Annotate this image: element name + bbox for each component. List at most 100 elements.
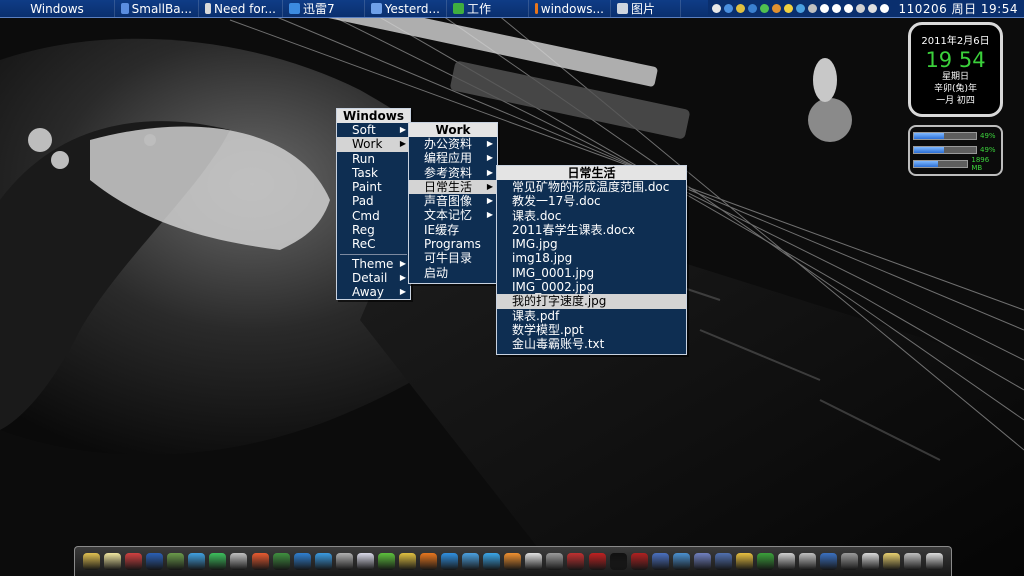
counter-strike-icon[interactable] <box>546 553 564 570</box>
wiki-icon[interactable] <box>398 553 416 570</box>
terminal-icon[interactable] <box>609 553 627 570</box>
windows-menu-item[interactable]: Task <box>337 166 410 180</box>
work-menu-item[interactable]: 声音图像 ▶ <box>409 194 497 208</box>
windows-menu-item[interactable]: Cmd <box>337 209 410 223</box>
network-icon[interactable] <box>672 553 690 570</box>
fox-icon[interactable] <box>772 4 782 13</box>
windows-menu-item[interactable]: Detail ▶ <box>337 271 410 285</box>
chess-icon[interactable] <box>525 553 543 570</box>
windows-menu-item[interactable]: Reg <box>337 223 410 237</box>
windows-menu-item[interactable]: Paint <box>337 180 410 194</box>
chart-icon[interactable] <box>167 553 185 570</box>
media-icon[interactable] <box>748 4 758 13</box>
daily-life-menu-item[interactable]: IMG_0001.jpg <box>497 266 686 280</box>
sixty-four-icon[interactable] <box>630 553 648 570</box>
daily-life-menu-item[interactable]: 2011春学生课表.docx <box>497 223 686 237</box>
work-menu-item[interactable]: 办公资料 ▶ <box>409 137 497 151</box>
image-icon[interactable] <box>693 553 711 570</box>
people-icon[interactable] <box>799 553 817 570</box>
nfs-icon[interactable] <box>567 553 585 570</box>
signal-icon[interactable] <box>832 4 842 13</box>
taskbar-button[interactable]: Yesterd... <box>365 0 447 17</box>
daily-life-menu-item[interactable]: 金山毒霸账号.txt <box>497 337 686 351</box>
clover-icon[interactable] <box>377 553 395 570</box>
refresh-icon[interactable] <box>760 4 770 13</box>
flag-icon[interactable] <box>880 4 890 13</box>
clock-gadget[interactable]: 2011年2月6日 19 54 星期日 辛卯(兔)年 一月 初四 <box>908 22 1003 117</box>
taskbar-button[interactable]: 图片 <box>611 0 681 17</box>
files-icon[interactable] <box>862 553 880 570</box>
start-button[interactable]: Windows <box>0 0 115 17</box>
taskbar-button[interactable]: windows... <box>529 0 611 17</box>
disc-icon[interactable] <box>356 553 374 570</box>
work-menu-item[interactable]: 文本记忆 ▶ <box>409 208 497 222</box>
work-menu-item[interactable]: 参考资料 ▶ <box>409 166 497 180</box>
qq-icon[interactable] <box>483 553 501 570</box>
work-menu-item[interactable]: Programs <box>409 237 497 251</box>
system-meter-gadget[interactable]: 49% 49% 1896 MB <box>908 125 1003 176</box>
windows-menu-item[interactable]: ReC <box>337 237 410 251</box>
windows-menu-item[interactable]: Pad <box>337 194 410 208</box>
tree-icon[interactable] <box>757 553 774 570</box>
daily-life-menu-item[interactable]: 课表.pdf <box>497 309 686 323</box>
update-icon[interactable] <box>868 4 878 13</box>
monitor-icon[interactable] <box>712 4 722 13</box>
flash-icon[interactable] <box>588 553 606 570</box>
bird-icon[interactable] <box>462 553 480 570</box>
work-menu-item[interactable]: 启动 <box>409 266 497 280</box>
work-menu-item[interactable]: 可牛目录 <box>409 251 497 265</box>
paint-icon[interactable] <box>83 553 100 570</box>
network-icon[interactable] <box>724 4 734 13</box>
picasa-icon[interactable] <box>251 553 269 570</box>
windows-menu-item[interactable]: Work ▶ <box>337 137 410 152</box>
palette-icon[interactable] <box>125 553 143 570</box>
windows-menu-item[interactable]: Soft ▶ <box>337 123 410 137</box>
globe-icon[interactable] <box>272 553 290 570</box>
daily-life-menu-item[interactable]: 教发一17号.doc <box>497 194 686 208</box>
windows-menu-item[interactable]: Away ▶ <box>337 285 410 299</box>
gear-icon[interactable] <box>841 553 859 570</box>
bluetooth-icon[interactable] <box>820 4 830 13</box>
volume-icon[interactable] <box>844 4 854 13</box>
document-icon[interactable] <box>883 553 901 570</box>
balls-icon[interactable] <box>188 553 206 570</box>
mail-icon[interactable] <box>104 553 122 570</box>
shield-icon[interactable] <box>293 553 311 570</box>
folder-icon[interactable] <box>735 553 753 570</box>
tools-icon[interactable] <box>335 553 353 570</box>
ie-icon[interactable] <box>314 553 332 570</box>
firefox-icon[interactable] <box>420 553 437 570</box>
fox-icon[interactable] <box>504 553 522 570</box>
windows-menu-item[interactable]: Run <box>337 152 410 166</box>
calc-icon[interactable] <box>651 553 669 570</box>
gear-icon[interactable] <box>808 4 818 13</box>
battery-icon[interactable] <box>856 4 866 13</box>
taskbar-button[interactable]: Need for... <box>199 0 283 17</box>
windows-menu-item[interactable]: Theme ▶ <box>337 257 410 271</box>
daily-life-menu-item[interactable]: 数学模型.ppt <box>497 323 686 337</box>
recycle-bin-icon[interactable] <box>904 553 922 570</box>
cd-icon[interactable] <box>778 553 796 570</box>
cloud-icon[interactable] <box>796 4 806 13</box>
monitor-icon[interactable] <box>714 553 732 570</box>
pen-icon[interactable] <box>230 553 248 570</box>
taskbar-button[interactable]: 迅雷7 <box>283 0 365 17</box>
qq-icon[interactable] <box>784 4 794 13</box>
taskbar-button[interactable]: 工作 <box>447 0 529 17</box>
work-menu-item[interactable]: IE缓存 <box>409 223 497 237</box>
daily-life-menu-item[interactable]: 我的打字速度.jpg <box>497 294 686 309</box>
trash-icon[interactable] <box>925 553 943 570</box>
taskbar-button[interactable]: SmallBa... <box>115 0 199 17</box>
bell-icon[interactable] <box>736 4 746 13</box>
daily-life-menu-item[interactable]: 常见矿物的形成温度范围.doc <box>497 180 686 194</box>
daily-life-menu-item[interactable]: IMG_0002.jpg <box>497 280 686 294</box>
word-icon[interactable] <box>146 553 164 570</box>
work-menu-item[interactable]: 日常生活 ▶ <box>409 179 497 195</box>
sogou-icon[interactable] <box>441 553 459 570</box>
daily-life-menu-item[interactable]: img18.jpg <box>497 251 686 265</box>
daily-life-menu-item[interactable]: IMG.jpg <box>497 237 686 251</box>
screen-icon[interactable] <box>820 553 838 570</box>
work-menu-item[interactable]: 编程应用 ▶ <box>409 151 497 165</box>
tray-clock[interactable]: 110206 周日 19:54 <box>892 0 1024 17</box>
green-app-icon[interactable] <box>209 553 227 570</box>
